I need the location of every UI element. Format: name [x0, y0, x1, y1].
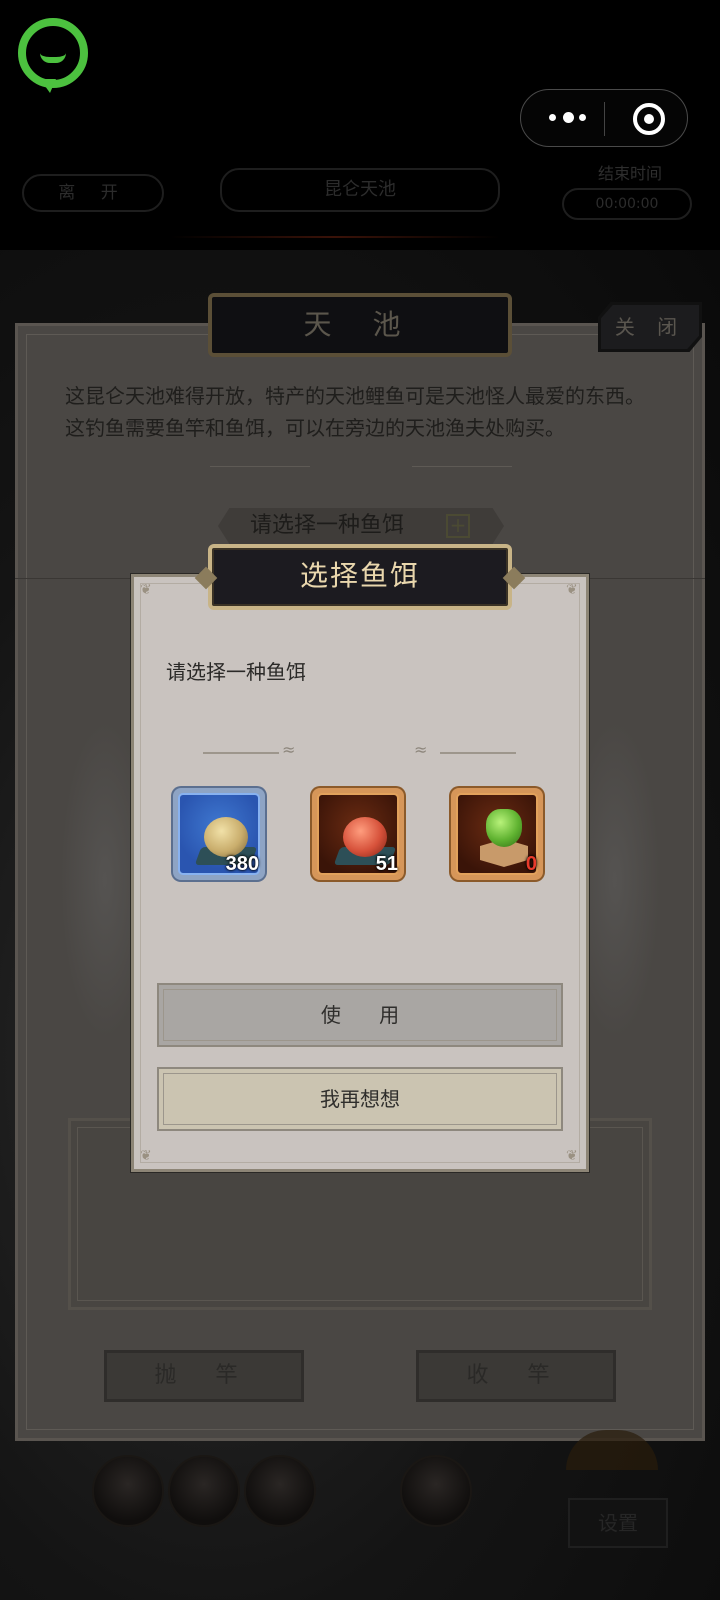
avatar[interactable] [400, 1455, 472, 1527]
bait-item-red[interactable]: 51 [312, 788, 404, 880]
bait-count: 51 [375, 853, 398, 875]
avatar[interactable] [168, 1455, 240, 1527]
location-title: 昆仑天池 [220, 168, 500, 212]
bait-ball-icon [343, 817, 387, 857]
panel-description: 这昆仑天池难得开放，特产的天池鲤鱼可是天池怪人最爱的东西。这钓鱼需要鱼竿和鱼饵，… [65, 384, 645, 440]
deco-line-left [210, 466, 310, 467]
deco-line-right [412, 466, 512, 467]
bait-item-plain[interactable]: 380 [173, 788, 265, 880]
cast-rod-button[interactable]: 抛 竿 [104, 1350, 304, 1402]
bait-ball-icon [204, 817, 248, 857]
bait-count: 0 [525, 853, 537, 875]
end-time-value: 00:00:00 [562, 188, 692, 220]
corner-ornament-icon: ❦ [140, 582, 152, 598]
dialog-deco-line-left [203, 752, 279, 754]
leave-button[interactable]: 离 开 [22, 174, 164, 212]
cancel-button-label: 我再想想 [320, 1087, 400, 1111]
dialog-title-banner: 选择鱼饵 [194, 544, 526, 610]
bait-select-label: 请选择一种鱼饵 [250, 513, 405, 538]
corner-ornament-icon: ❦ [566, 582, 578, 598]
scroll-ornament-icon: ≈ [282, 740, 296, 759]
avatar[interactable] [244, 1455, 316, 1527]
close-button-label: 关 闭 [614, 315, 686, 339]
end-time-label: 结束时间 [597, 164, 662, 183]
bait-select-bar[interactable]: 请选择一种鱼饵 + [218, 508, 504, 544]
dialog-deco-line-right [440, 752, 516, 754]
corner-ornament-icon: ❦ [566, 1148, 578, 1164]
header-divider [170, 236, 500, 238]
reel-in-button[interactable]: 收 竿 [416, 1350, 616, 1402]
use-button[interactable]: 使 用 [157, 983, 563, 1047]
dialog-prompt: 请选择一种鱼饵 [166, 660, 306, 684]
panel-title: 天 池 [208, 293, 512, 357]
bait-count: 380 [225, 853, 259, 875]
avatar[interactable] [92, 1455, 164, 1527]
plus-icon[interactable]: + [446, 514, 470, 538]
close-button[interactable]: 关 闭 [598, 302, 702, 352]
cancel-button[interactable]: 我再想想 [157, 1067, 563, 1131]
green-bait-icon [486, 809, 522, 847]
settings-button[interactable]: 设置 [568, 1498, 668, 1548]
mini-program-capsule [520, 89, 688, 147]
corner-ornament-icon: ❦ [140, 1148, 152, 1164]
use-button-label: 使 用 [320, 1003, 416, 1027]
close-target-icon[interactable] [633, 103, 665, 135]
bait-item-green[interactable]: 0 [451, 788, 543, 880]
dialog-title: 选择鱼饵 [299, 559, 420, 592]
more-dots-icon[interactable] [545, 110, 597, 126]
app-logo-icon [18, 18, 88, 93]
capsule-divider [604, 102, 605, 136]
scroll-ornament-icon: ≈ [414, 740, 428, 759]
